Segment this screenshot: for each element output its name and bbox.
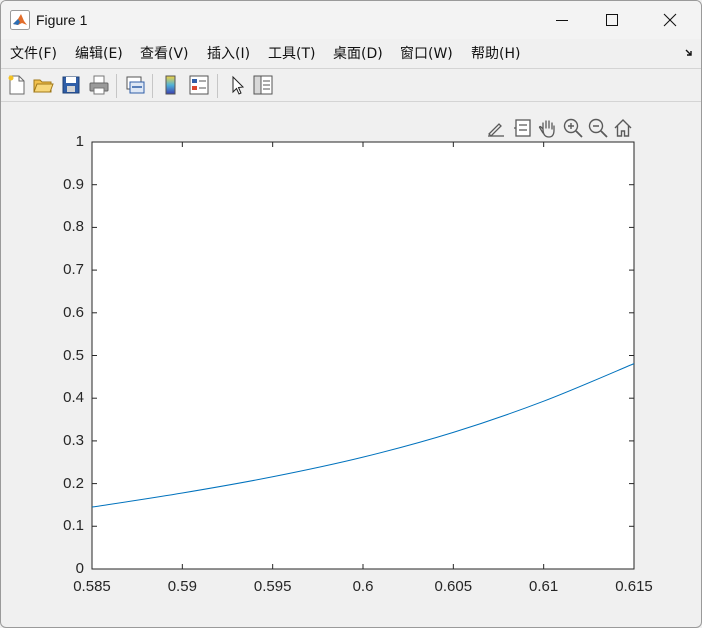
y-tick-label: 0.5 [63,346,84,364]
x-tick-label: 0.59 [167,578,197,595]
x-tick-label: 0.595 [253,578,292,595]
figure-window: Figure 1 文件(F) 编辑(E) 查看(V) 插入(I) 工具(T) 桌… [0,0,702,628]
x-tick-label: 0.585 [73,578,111,595]
x-tick-label: 0.6 [352,578,374,595]
y-tick-label: 0.9 [63,175,84,193]
line-plot[interactable] [1,1,701,627]
y-tick-label: 0.1 [63,517,84,535]
y-tick-label: 0 [75,560,84,577]
x-tick-label: 0.605 [434,578,473,595]
x-tick-label: 0.61 [529,578,559,595]
axes-area [91,141,635,570]
y-tick-label: 0.6 [63,303,84,321]
y-tick-label: 0.3 [63,431,84,449]
y-tick-label: 0.4 [63,389,84,407]
y-tick-label: 0.7 [63,261,84,279]
y-tick-label: 1 [75,133,84,150]
x-tick-label: 0.615 [615,578,653,595]
y-tick-label: 0.2 [63,474,84,492]
y-tick-label: 0.8 [63,218,84,236]
